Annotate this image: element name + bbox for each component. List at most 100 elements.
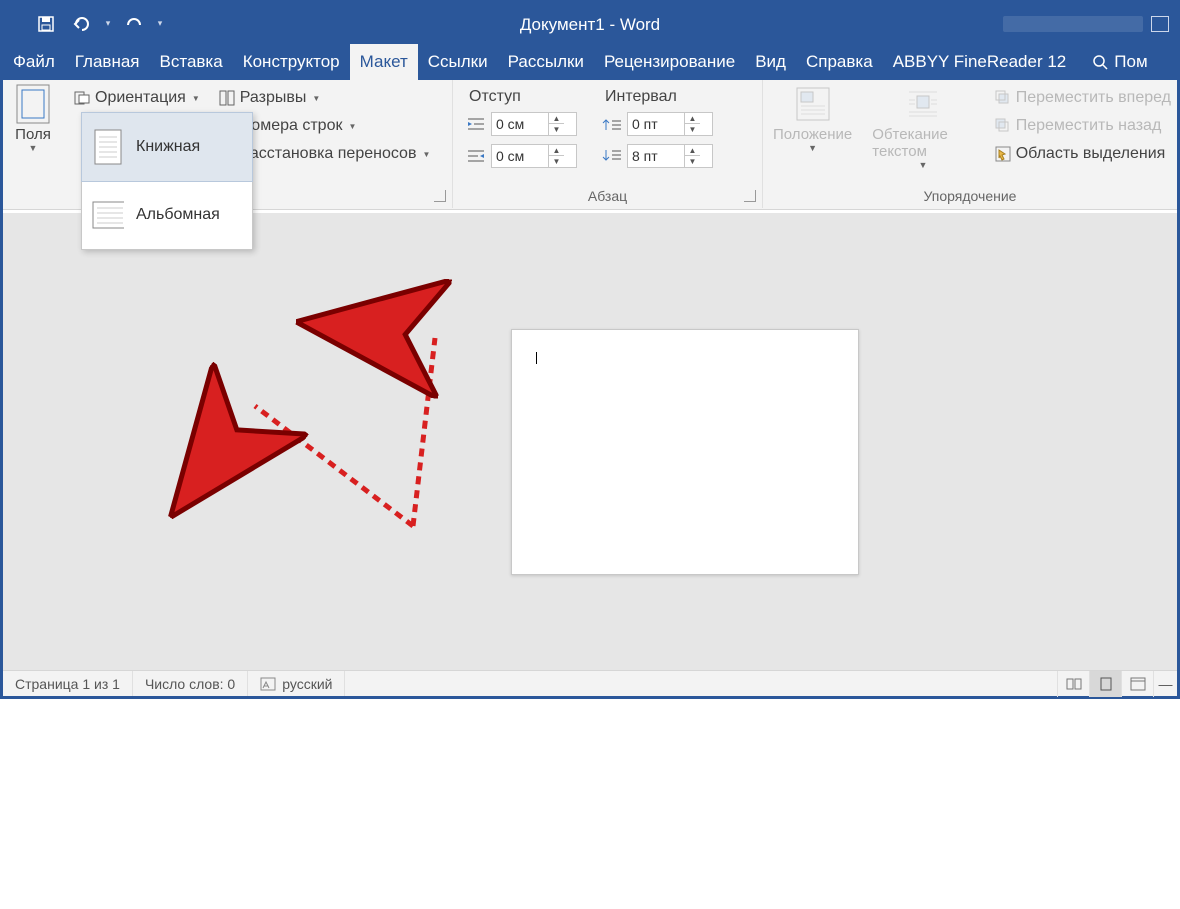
landscape-icon: [92, 195, 124, 235]
page-setup-launcher[interactable]: [434, 190, 446, 202]
spacing-before-spinner[interactable]: ▲▼: [627, 112, 713, 136]
portrait-icon: [92, 127, 124, 167]
status-page[interactable]: Страница 1 из 1: [3, 671, 133, 696]
status-language-label: русский: [282, 676, 332, 692]
indent-left-input[interactable]: [492, 116, 548, 132]
orientation-portrait-item[interactable]: Книжная: [81, 112, 253, 182]
indent-left-spinner[interactable]: ▲▼: [491, 112, 577, 136]
chevron-down-icon: ▼: [919, 160, 928, 170]
wrap-text-icon: [903, 84, 943, 124]
send-backward-label: Переместить назад: [1016, 117, 1162, 135]
spin-up-icon[interactable]: ▲: [549, 145, 564, 156]
spacing-before-icon: [601, 113, 623, 135]
send-backward-icon: [994, 117, 1012, 135]
tab-file[interactable]: Файл: [3, 44, 65, 80]
qat-customize-icon[interactable]: ▾: [157, 19, 163, 29]
chevron-down-icon: ▼: [808, 143, 817, 153]
indent-header: Отступ: [465, 84, 601, 108]
page[interactable]: [511, 329, 859, 575]
spacing-after-spinner[interactable]: ▲▼: [627, 144, 713, 168]
tab-help[interactable]: Справка: [796, 44, 883, 80]
indent-right-spinner[interactable]: ▲▼: [491, 144, 577, 168]
view-web-layout[interactable]: [1121, 671, 1153, 697]
line-numbers-label: Номера строк: [240, 117, 343, 135]
indent-right-icon: [465, 145, 487, 167]
spin-down-icon[interactable]: ▼: [685, 124, 700, 135]
title-bar: ▾ ▾ Документ1 - Word: [3, 3, 1177, 44]
quick-access-toolbar: ▾ ▾: [3, 11, 163, 37]
status-language[interactable]: русский: [248, 671, 345, 696]
group-paragraph: Отступ ▲▼ ▲▼ Интервал: [453, 80, 763, 208]
orientation-button[interactable]: Ориентация ▼: [67, 84, 206, 112]
redo-icon[interactable]: [121, 11, 147, 37]
proofing-icon: [260, 677, 276, 691]
tab-design[interactable]: Конструктор: [233, 44, 350, 80]
chevron-down-icon: ▼: [192, 94, 200, 103]
zoom-out[interactable]: —: [1153, 671, 1177, 697]
spin-down-icon[interactable]: ▼: [549, 156, 564, 167]
bring-forward-label: Переместить вперед: [1016, 89, 1171, 107]
spin-up-icon[interactable]: ▲: [549, 113, 564, 124]
status-bar: Страница 1 из 1 Число слов: 0 русский —: [3, 670, 1177, 696]
spacing-before-input[interactable]: [628, 116, 684, 132]
group-arrange: Положение ▼ Обтекание текстом ▼ Перемест…: [763, 80, 1177, 208]
tab-mailings[interactable]: Рассылки: [498, 44, 594, 80]
breaks-label: Разрывы: [240, 89, 307, 107]
hyphenation-label: Расстановка переносов: [240, 145, 417, 163]
window-title: Документ1 - Word: [520, 15, 660, 35]
selection-pane-button[interactable]: Область выделения: [988, 140, 1177, 168]
orientation-icon: [73, 89, 91, 107]
bring-forward-icon: [994, 89, 1012, 107]
undo-icon[interactable]: [69, 11, 95, 37]
ribbon-display-icon[interactable]: [1151, 16, 1169, 32]
chevron-down-icon: ▼: [348, 122, 356, 131]
tab-review[interactable]: Рецензирование: [594, 44, 745, 80]
chevron-down-icon: ▼: [422, 150, 430, 159]
spin-up-icon[interactable]: ▲: [685, 145, 700, 156]
view-print-layout[interactable]: [1089, 671, 1121, 697]
landscape-label: Альбомная: [136, 206, 220, 224]
tab-references[interactable]: Ссылки: [418, 44, 498, 80]
wrap-text-label: Обтекание текстом: [872, 126, 973, 160]
tell-me[interactable]: Пом: [1082, 44, 1157, 80]
margins-button[interactable]: Поля ▼: [3, 80, 63, 168]
tab-abbyy[interactable]: ABBYY FineReader 12: [883, 44, 1077, 80]
spin-down-icon[interactable]: ▼: [549, 124, 564, 135]
paragraph-group-label: Абзац: [453, 188, 762, 204]
orientation-landscape-item[interactable]: Альбомная: [82, 181, 252, 249]
position-button: Положение ▼: [763, 80, 862, 170]
user-name-blur: [1003, 16, 1143, 32]
paragraph-launcher[interactable]: [744, 190, 756, 202]
breaks-icon: [218, 89, 236, 107]
tab-home[interactable]: Главная: [65, 44, 150, 80]
search-icon: [1092, 54, 1108, 70]
indent-left-icon: [465, 113, 487, 135]
save-icon[interactable]: [33, 11, 59, 37]
text-cursor: [536, 352, 537, 364]
spacing-after-icon: [601, 145, 623, 167]
view-read-mode[interactable]: [1057, 671, 1089, 697]
spin-down-icon[interactable]: ▼: [685, 156, 700, 167]
tell-me-label: Пом: [1114, 52, 1147, 72]
orientation-label: Ориентация: [95, 89, 186, 107]
indent-right-input[interactable]: [492, 148, 548, 164]
ribbon: Поля ▼ Ориентация ▼: [3, 80, 1177, 210]
send-backward-button: Переместить назад: [988, 112, 1177, 140]
document-area[interactable]: [3, 213, 1177, 670]
spin-up-icon[interactable]: ▲: [685, 113, 700, 124]
tab-view[interactable]: Вид: [745, 44, 796, 80]
ribbon-tabs: Файл Главная Вставка Конструктор Макет С…: [3, 44, 1177, 80]
breaks-button[interactable]: Разрывы ▼: [212, 84, 437, 112]
spacing-after-input[interactable]: [628, 148, 684, 164]
spacing-header: Интервал: [601, 84, 749, 108]
wrap-text-button: Обтекание текстом ▼: [862, 80, 983, 170]
tab-insert[interactable]: Вставка: [150, 44, 233, 80]
arrange-group-label: Упорядочение: [763, 188, 1177, 204]
titlebar-right: [1003, 16, 1177, 32]
status-word-count[interactable]: Число слов: 0: [133, 671, 248, 696]
tab-layout[interactable]: Макет: [350, 44, 418, 80]
status-right: —: [1057, 671, 1177, 697]
bring-forward-button: Переместить вперед: [988, 84, 1177, 112]
qat-dropdown-icon[interactable]: ▾: [105, 19, 111, 29]
orientation-dropdown: Книжная Альбомная: [81, 112, 253, 250]
